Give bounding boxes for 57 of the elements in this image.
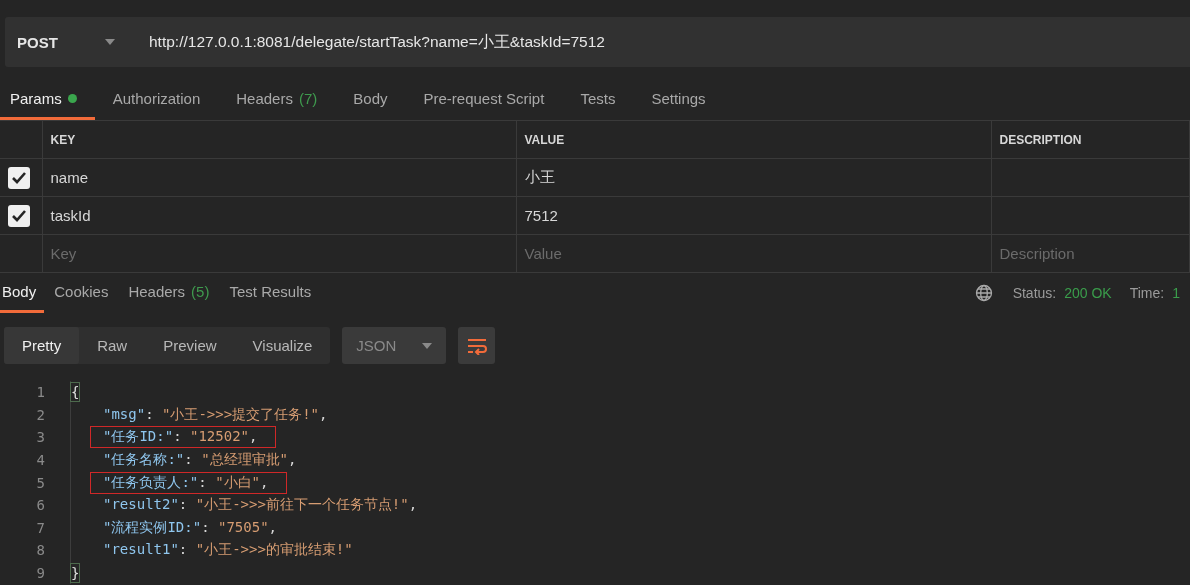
line-number: 4 xyxy=(35,452,46,469)
code-brace: } xyxy=(70,563,81,584)
check-icon xyxy=(11,170,27,185)
status-label: Status: xyxy=(1012,285,1057,301)
line-number: 9 xyxy=(35,565,46,582)
tab[interactable]: Body xyxy=(0,273,45,313)
table-cell: 小王 xyxy=(524,168,555,185)
tab[interactable]: Body xyxy=(335,79,406,120)
check-icon xyxy=(11,208,27,223)
globe-icon[interactable] xyxy=(974,284,993,302)
code-line: "result2": "小王->>>前往下一个任务节点!", xyxy=(103,496,418,515)
code-brace: { xyxy=(70,382,81,403)
line-number: 2 xyxy=(35,406,46,423)
line-number: 6 xyxy=(35,497,46,514)
tab[interactable]: Authorization xyxy=(94,79,219,120)
table-cell: 7512 xyxy=(524,207,558,224)
code-line: "result1": "小王->>>的审批结束!" xyxy=(103,541,353,560)
time-label: Time: xyxy=(1129,285,1165,301)
code-line: "任务名称:": "总经理审批", xyxy=(103,451,297,470)
code-line: "流程实例ID:": "7505", xyxy=(103,518,278,537)
tab[interactable]: Test Results xyxy=(219,273,322,313)
wrap-button[interactable] xyxy=(458,327,496,364)
checkbox[interactable] xyxy=(8,166,30,189)
tab[interactable]: Pre-request Script xyxy=(405,79,563,120)
caret-icon xyxy=(105,39,115,45)
code-line: "任务ID:": "12502", xyxy=(103,428,258,447)
line-number: 8 xyxy=(35,542,46,559)
count-label: (5) xyxy=(191,283,210,300)
tab[interactable]: Params xyxy=(0,79,95,120)
status-value: 200 OK xyxy=(1064,285,1112,301)
tab[interactable]: Headers (7) xyxy=(218,79,336,120)
view-mode-tab[interactable]: Preview xyxy=(145,327,235,364)
tab[interactable]: Cookies xyxy=(44,273,119,313)
tab[interactable]: Tests xyxy=(562,79,634,120)
count-label: (7) xyxy=(298,89,318,107)
checkbox[interactable] xyxy=(8,204,30,227)
line-number: 7 xyxy=(35,519,46,536)
line-number: 1 xyxy=(35,384,46,401)
time-value: 1 xyxy=(1172,285,1180,301)
table-cell: name xyxy=(50,169,89,186)
line-number: 5 xyxy=(35,474,46,491)
view-mode-tab[interactable]: Visualize xyxy=(234,327,331,364)
url-field[interactable]: http://127.0.0.1:8081/delegate/startTask?name=小王&taskId=7512 xyxy=(149,31,605,53)
column-header: DESCRIPTION xyxy=(999,132,1082,147)
wrap-icon xyxy=(465,336,488,355)
tab[interactable]: Settings xyxy=(633,79,724,120)
column-header: KEY xyxy=(50,132,76,147)
code-line: "msg": "小王->>>提交了任务!", xyxy=(103,405,328,424)
caret-icon xyxy=(422,342,433,349)
tab[interactable]: Headers (5) xyxy=(118,273,220,313)
table-cell: taskId xyxy=(50,207,91,224)
column-header: VALUE xyxy=(524,132,565,147)
code-line: "任务负责人:": "小白", xyxy=(103,473,269,492)
method-dropdown[interactable]: POST xyxy=(5,17,127,67)
line-number: 3 xyxy=(35,429,46,446)
view-mode-tab[interactable]: Raw xyxy=(79,327,146,364)
view-mode-tab[interactable]: Pretty xyxy=(4,327,80,364)
